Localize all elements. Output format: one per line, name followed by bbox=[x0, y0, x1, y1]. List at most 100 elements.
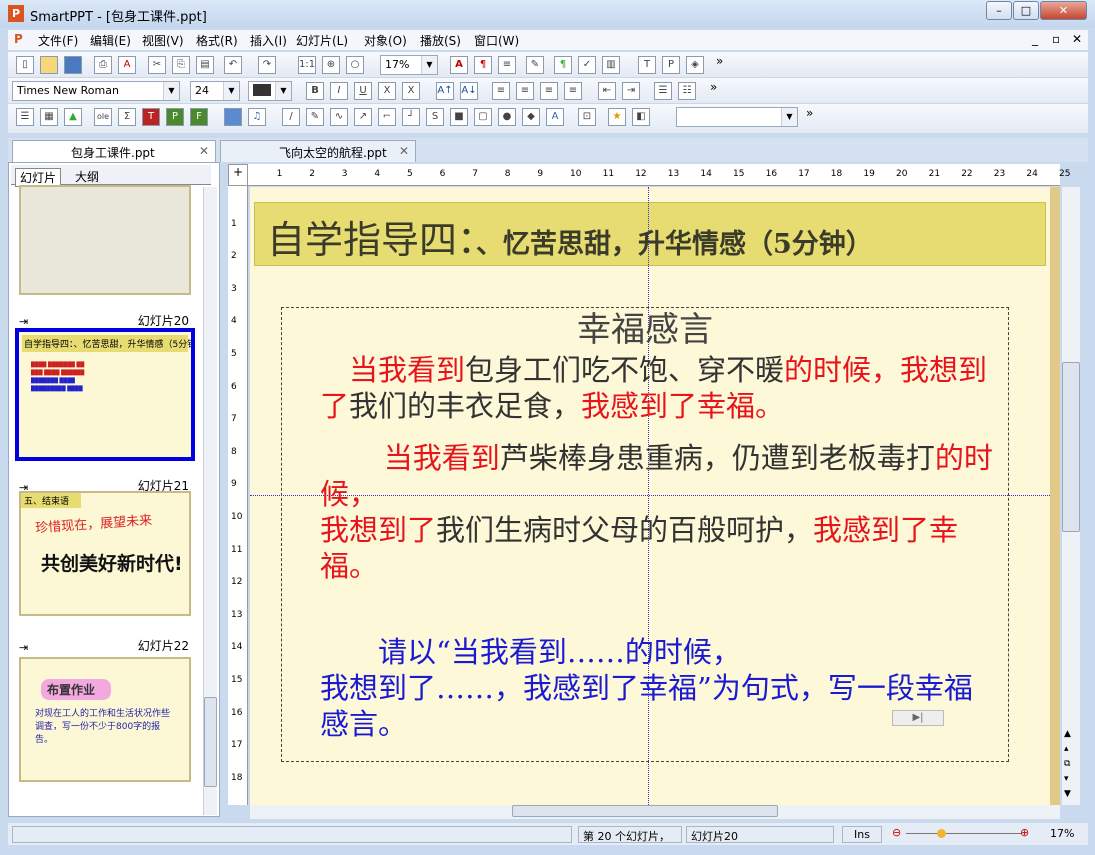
toolbar-overflow[interactable]: » bbox=[716, 54, 723, 68]
table-icon[interactable]: ▦ bbox=[40, 108, 58, 126]
group-icon[interactable]: ⊡ bbox=[578, 108, 596, 126]
justify-icon[interactable]: ≡ bbox=[564, 82, 582, 100]
font-select[interactable]: Times New Roman ▼ bbox=[12, 81, 180, 101]
slide-thumbnail-22[interactable]: 布置作业 对现在工人的工作和生活状况作些调查，写一份不少于800字的报告。 bbox=[19, 657, 191, 782]
close-tab-icon[interactable]: ✕ bbox=[399, 144, 409, 158]
underline-icon[interactable]: U bbox=[354, 82, 372, 100]
image-icon[interactable]: ▲ bbox=[64, 108, 82, 126]
print-icon[interactable]: ⎙ bbox=[94, 56, 112, 74]
menu-view[interactable]: 视图(V) bbox=[142, 32, 184, 49]
menu-insert[interactable]: 插入(I) bbox=[250, 32, 287, 49]
zoom-select[interactable]: 17% ▼ bbox=[380, 55, 438, 75]
zoom-in-icon[interactable]: ⊕ bbox=[1020, 826, 1029, 839]
close-button[interactable]: ✕ bbox=[1040, 1, 1087, 20]
maximize-button[interactable]: □ bbox=[1013, 1, 1039, 20]
cut-icon[interactable]: ✂ bbox=[148, 56, 166, 74]
scroll-thumb[interactable] bbox=[512, 805, 778, 817]
text-frame-icon[interactable]: T bbox=[638, 56, 656, 74]
curve-icon[interactable]: ∿ bbox=[330, 108, 348, 126]
zoom-slider-thumb[interactable] bbox=[937, 829, 947, 838]
paste-icon[interactable]: ▤ bbox=[196, 56, 214, 74]
arrow-icon[interactable]: ↗ bbox=[354, 108, 372, 126]
line-icon[interactable]: / bbox=[282, 108, 300, 126]
curved-connector-icon[interactable]: S bbox=[426, 108, 444, 126]
page-nav-buttons[interactable]: ▲ ▴ ⧉ ▾ ▼ bbox=[1064, 727, 1071, 802]
slide-thumbnail-20[interactable]: 自学指导四：、忆苦思甜，升华情感（5分钟） ████ ███████ ██ ███… bbox=[15, 328, 195, 461]
formula-icon[interactable]: Σ bbox=[118, 108, 136, 126]
scroll-thumb[interactable] bbox=[204, 697, 217, 787]
copy-icon[interactable]: ⎘ bbox=[172, 56, 190, 74]
zoom-slider[interactable] bbox=[906, 833, 1022, 834]
layers-icon[interactable]: ◈ bbox=[686, 56, 704, 74]
mdi-close-button[interactable]: ✕ bbox=[1072, 32, 1082, 46]
font-grow-icon[interactable]: A↑ bbox=[436, 82, 454, 100]
text-box[interactable]: 幸福感言 当我看到包身工们吃不饱、穿不暖的时候，我想到了我们的丰衣足食，我感到了… bbox=[281, 307, 1009, 762]
align-center-icon[interactable]: ≡ bbox=[516, 82, 534, 100]
minimize-button[interactable]: – bbox=[986, 1, 1012, 20]
outdent-icon[interactable]: ⇤ bbox=[598, 82, 616, 100]
ellipse-icon[interactable]: ● bbox=[498, 108, 516, 126]
connector-icon[interactable]: ⌐ bbox=[378, 108, 396, 126]
pdf-icon[interactable]: A bbox=[118, 56, 136, 74]
text-color-icon[interactable]: A bbox=[450, 56, 468, 74]
pencil-icon[interactable]: ✎ bbox=[306, 108, 324, 126]
zoom-fit-icon[interactable]: ⊕ bbox=[322, 56, 340, 74]
mdi-restore-button[interactable]: ▫ bbox=[1052, 32, 1060, 46]
menu-window[interactable]: 窗口(W) bbox=[474, 32, 519, 49]
strikethrough-icon[interactable]: X bbox=[378, 82, 396, 100]
frame-object-icon[interactable]: F bbox=[190, 108, 208, 126]
menu-object[interactable]: 对象(O) bbox=[364, 32, 407, 49]
numbering-icon[interactable]: ≡ bbox=[498, 56, 516, 74]
play-button-icon[interactable]: ▶| bbox=[892, 710, 944, 726]
slide-canvas[interactable]: 自学指导四：、忆苦思甜，升华情感（5分钟） 幸福感言 当我看到包身工们吃不饱、穿… bbox=[250, 187, 1060, 805]
toolbar-overflow[interactable]: » bbox=[806, 106, 813, 120]
elbow-connector-icon[interactable]: ┘ bbox=[402, 108, 420, 126]
zoom-out-icon[interactable]: ⊖ bbox=[892, 826, 901, 839]
picture-frame-icon[interactable]: P bbox=[662, 56, 680, 74]
align-right-icon[interactable]: ≡ bbox=[540, 82, 558, 100]
textbox-icon[interactable]: ☰ bbox=[16, 108, 34, 126]
save-icon[interactable] bbox=[64, 56, 82, 74]
menu-file[interactable]: 文件(F) bbox=[38, 32, 78, 49]
picture-object-icon[interactable]: P bbox=[166, 108, 184, 126]
zoom-icon[interactable]: ○ bbox=[346, 56, 364, 74]
font-shrink-icon[interactable]: A↓ bbox=[460, 82, 478, 100]
clear-format-icon[interactable]: X bbox=[402, 82, 420, 100]
scroll-thumb[interactable] bbox=[1062, 362, 1080, 532]
tab-feixiang[interactable]: 飞向太空的航程.ppt ✕ bbox=[220, 140, 416, 162]
rectangle-icon[interactable]: ■ bbox=[450, 108, 468, 126]
video-icon[interactable] bbox=[224, 108, 242, 126]
close-tab-icon[interactable]: ✕ bbox=[199, 144, 209, 158]
italic-icon[interactable]: I bbox=[330, 82, 348, 100]
pilcrow-icon[interactable]: ¶ bbox=[554, 56, 572, 74]
bold-icon[interactable]: B bbox=[306, 82, 324, 100]
horizontal-scrollbar[interactable] bbox=[250, 805, 1060, 819]
format-painter-icon[interactable]: ✎ bbox=[526, 56, 544, 74]
indent-icon[interactable]: ⇥ bbox=[622, 82, 640, 100]
toolbar-overflow[interactable]: » bbox=[710, 80, 717, 94]
numbered-list-icon[interactable]: ☷ bbox=[678, 82, 696, 100]
menu-edit[interactable]: 编辑(E) bbox=[90, 32, 131, 49]
mdi-minimize-button[interactable]: _ bbox=[1032, 32, 1038, 46]
font-size-select[interactable]: 24 ▼ bbox=[190, 81, 240, 101]
color-select[interactable]: ▼ bbox=[248, 81, 292, 101]
new-icon[interactable]: ▯ bbox=[16, 56, 34, 74]
ole-icon[interactable]: ole bbox=[94, 108, 112, 126]
undo-icon[interactable]: ↶ bbox=[224, 56, 242, 74]
menu-format[interactable]: 格式(R) bbox=[196, 32, 238, 49]
redo-icon[interactable]: ↷ bbox=[258, 56, 276, 74]
chart-icon[interactable]: ▥ bbox=[602, 56, 620, 74]
vertical-scrollbar[interactable]: ▲ ▴ ⧉ ▾ ▼ bbox=[1062, 187, 1080, 805]
bullets-icon[interactable]: ☰ bbox=[654, 82, 672, 100]
shapes-icon[interactable]: ◆ bbox=[522, 108, 540, 126]
wordart-icon[interactable]: A bbox=[546, 108, 564, 126]
style-select[interactable]: ▼ bbox=[676, 107, 798, 127]
text-object-icon[interactable]: T bbox=[142, 108, 160, 126]
audio-icon[interactable]: ♫ bbox=[248, 108, 266, 126]
align-left-icon[interactable]: ≡ bbox=[492, 82, 510, 100]
paragraph-icon[interactable]: ¶ bbox=[474, 56, 492, 74]
menu-slide[interactable]: 幻灯片(L) bbox=[296, 32, 348, 49]
slide-title[interactable]: 自学指导四：、忆苦思甜，升华情感（5分钟） bbox=[254, 202, 1046, 266]
star-icon[interactable]: ★ bbox=[608, 108, 626, 126]
rounded-rect-icon[interactable]: ▢ bbox=[474, 108, 492, 126]
